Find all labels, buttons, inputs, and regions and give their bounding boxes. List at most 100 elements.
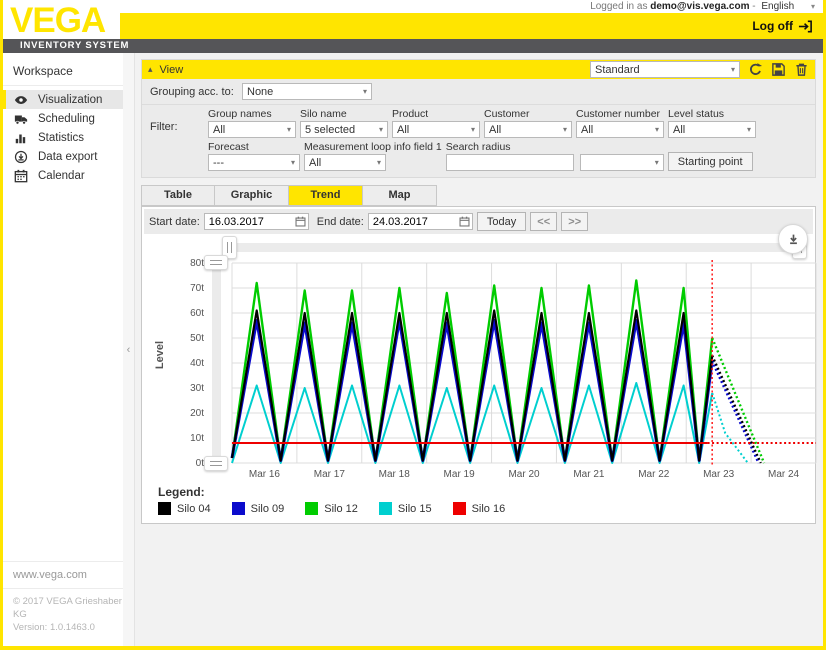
eye-icon [14,93,28,107]
search-radius-input[interactable] [446,154,574,171]
download-chart-button[interactable] [778,224,808,254]
y-range-top-handle[interactable] [204,255,228,270]
trash-icon[interactable] [794,62,809,77]
sidebar-item-statistics[interactable]: Statistics [3,128,123,147]
y-tick-label: 30t [190,383,204,394]
legend-item-silo-12: Silo 12 [305,502,358,515]
chevron-down-icon[interactable]: ▾ [811,2,815,11]
legend-item-silo-15: Silo 15 [379,502,432,515]
next-button[interactable]: >> [561,212,588,231]
tab-map[interactable]: Map [363,185,437,206]
svg-text:Mar 19: Mar 19 [444,469,476,480]
collapse-up-icon[interactable]: ▴ [148,64,153,75]
dropdown-arrow-icon: ▾ [655,158,659,167]
workspace-title: Workspace [3,53,123,86]
sidebar-item-calendar[interactable]: Calendar [3,166,123,185]
forecast-select[interactable]: ---▾ [208,154,300,171]
logoff-button[interactable]: Log off [752,19,813,34]
dropdown-arrow-icon: ▾ [377,158,381,167]
app-header: Logged in as demo@vis.vega.com - English… [3,0,823,53]
x-range-slider[interactable] [230,243,799,252]
sidebar-item-scheduling[interactable]: Scheduling [3,109,123,128]
y-tick-label: 70t [190,283,204,294]
legend-swatch [379,502,392,515]
tab-graphic[interactable]: Graphic [215,185,289,206]
legend-swatch [305,502,318,515]
grouping-row: Grouping acc. to: None ▾ [142,79,815,105]
dropdown-arrow-icon: ▾ [731,65,735,74]
trend-chart: Level 80t70t60t50t40t30t20t10t0t Mar 16M… [142,257,815,483]
copyright-version: © 2017 VEGA Grieshaber KG Version: 1.0.1… [3,589,123,646]
truck-icon [14,112,28,126]
vega-logo: VEGA [10,1,105,41]
legend-swatch [158,502,171,515]
measurement-loop-select[interactable]: All▾ [304,154,386,171]
dropdown-arrow-icon: ▾ [287,125,291,134]
filter-customer: Customer All▾ [484,108,572,138]
svg-text:Mar 24: Mar 24 [768,469,800,480]
grouping-select[interactable]: None ▾ [242,83,372,100]
sidebar-item-data-export[interactable]: Data export [3,147,123,166]
view-panel-header[interactable]: ▴ View Standard ▾ [142,60,815,79]
y-range-bottom-handle[interactable] [204,456,228,471]
level-status-select[interactable]: All▾ [668,121,756,138]
language-selector[interactable]: English [761,1,794,12]
group-names-select[interactable]: All▾ [208,121,296,138]
reset-icon[interactable] [748,62,763,77]
dropdown-arrow-icon: ▾ [363,87,367,96]
y-tick-label: 20t [190,408,204,419]
collapse-sidebar-icon[interactable]: ‹ [127,344,131,356]
end-date-input[interactable] [368,213,473,230]
start-date-label: Start date: [149,216,200,228]
dropdown-arrow-icon: ▾ [563,125,567,134]
forecast-col: Forecast ---▾ [208,141,300,171]
today-button[interactable]: Today [477,212,526,231]
y-axis-ticks: 80t70t60t50t40t30t20t10t0t [172,257,204,467]
filter-level-status: Level status All▾ [668,108,756,138]
prev-button[interactable]: << [530,212,557,231]
legend-item-silo-04: Silo 04 [158,502,211,515]
download-circle-icon [14,150,28,164]
silo-name-select[interactable]: 5 selected▾ [300,121,388,138]
preset-select[interactable]: Standard ▾ [590,61,740,78]
legend-item-silo-16: Silo 16 [453,502,506,515]
logoff-icon [798,19,813,34]
filter-customer-number: Customer number All▾ [576,108,664,138]
start-date-input[interactable] [204,213,309,230]
dropdown-arrow-icon: ▾ [655,125,659,134]
customer-number-select[interactable]: All▾ [576,121,664,138]
customer-select[interactable]: All▾ [484,121,572,138]
calendar-icon[interactable] [295,216,306,227]
starting-point-button[interactable]: Starting point [668,152,753,171]
save-icon[interactable] [771,62,786,77]
search-radius-col: Search radius [446,141,574,171]
dropdown-arrow-icon: ▾ [471,125,475,134]
y-tick-label: 10t [190,433,204,444]
download-icon [786,232,801,247]
view-panel: ▴ View Standard ▾ Grouping acc. to: None… [141,59,816,178]
svg-text:Mar 18: Mar 18 [379,469,411,480]
tab-table[interactable]: Table [141,185,215,206]
filter-group-names: Group names All▾ [208,108,296,138]
tab-trend[interactable]: Trend [289,185,363,206]
filter-product: Product All▾ [392,108,480,138]
copyright: © 2017 VEGA Grieshaber KG [13,595,123,621]
y-tick-label: 40t [190,358,204,369]
filter-silo-name: Silo name 5 selected▾ [300,108,388,138]
bar-chart-icon [14,131,28,145]
y-range-slider[interactable] [212,263,221,463]
product-select[interactable]: All▾ [392,121,480,138]
logged-in-prefix: Logged in as [590,1,647,12]
svg-text:Mar 20: Mar 20 [508,469,540,480]
starting-point-select[interactable]: ▾ [580,154,664,171]
legend-title: Legend: [158,485,815,499]
calendar-icon[interactable] [459,216,470,227]
sidebar: Workspace Visualization Scheduling Stati… [3,53,123,646]
dropdown-arrow-icon: ▾ [747,125,751,134]
svg-text:Mar 16: Mar 16 [249,469,281,480]
sidebar-item-visualization[interactable]: Visualization [3,90,123,109]
vega-website-link[interactable]: www.vega.com [3,561,123,589]
legend-swatch [453,502,466,515]
grouping-label: Grouping acc. to: [150,86,242,98]
filter-row-2: Forecast ---▾ Measurement loop info fiel… [142,140,815,177]
